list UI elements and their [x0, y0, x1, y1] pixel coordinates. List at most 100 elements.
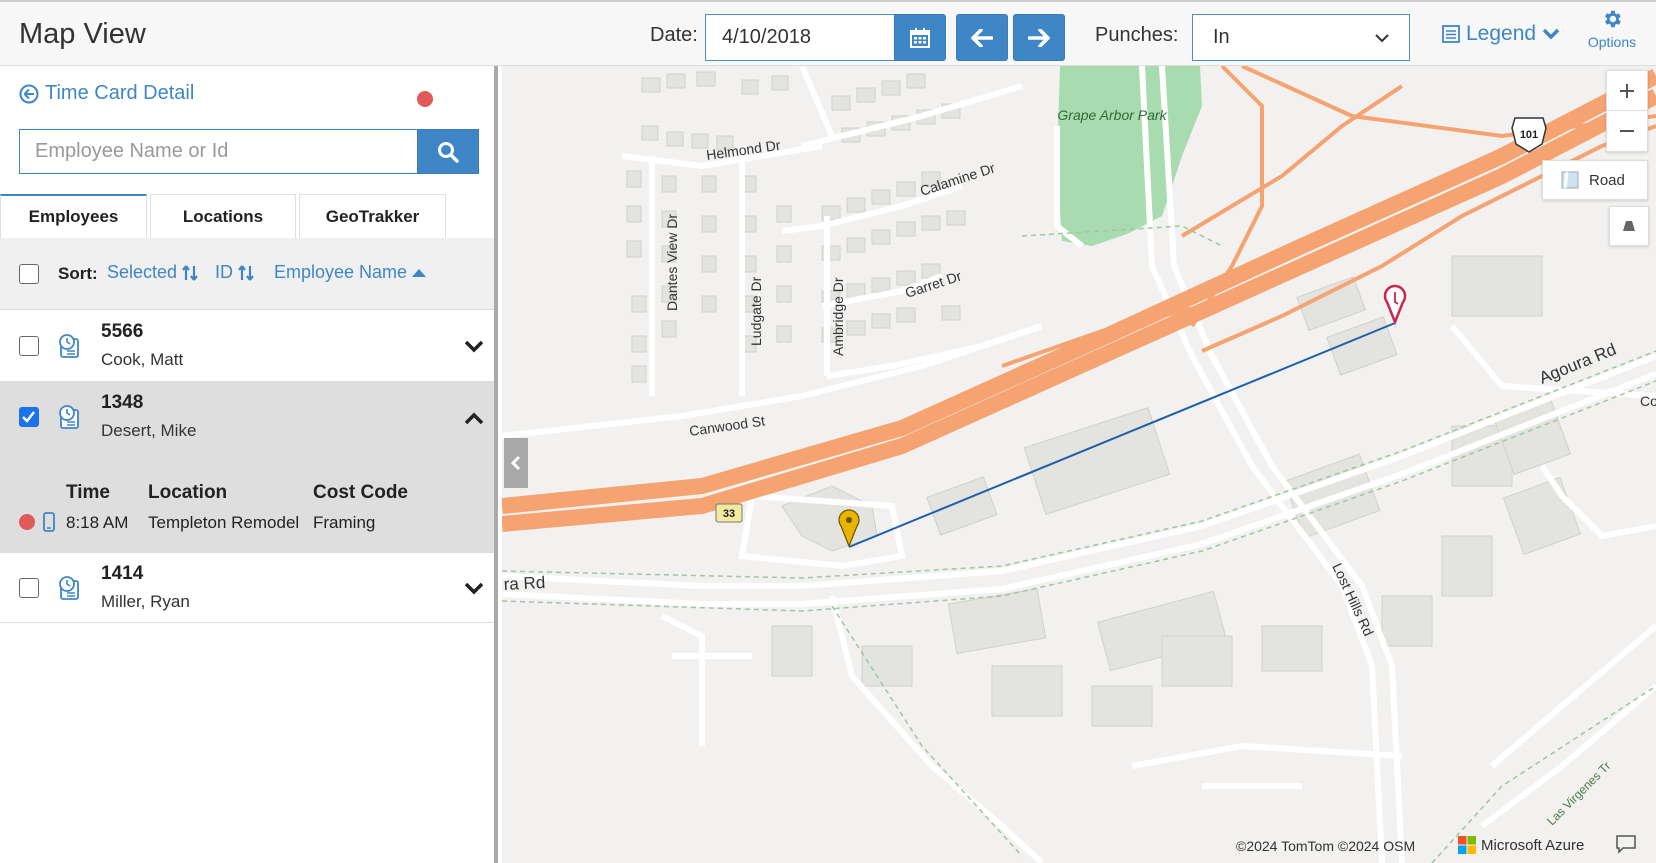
next-day-button[interactable] [1013, 14, 1065, 61]
employee-row-selected[interactable]: 1348 Desert, Mike Time Location Cost Cod… [0, 91, 494, 553]
sort-bar: Sort: Selected ID Employee Name [0, 238, 494, 310]
employee-search-input[interactable]: Employee Name or Id [19, 129, 418, 174]
tab-bar: Employees Locations GeoTrakker [0, 194, 498, 238]
zoom-controls [1606, 70, 1648, 152]
tab-geotrakker[interactable]: GeoTrakker [299, 194, 446, 238]
chevron-left-icon [510, 455, 521, 471]
zoom-in-button[interactable] [1607, 71, 1647, 111]
employee-checkbox[interactable] [19, 407, 39, 427]
map-canvas[interactable]: Grape Arbor Park Helmond Dr Calamine Dr … [502, 66, 1656, 863]
timecard-icon [59, 405, 79, 429]
microsoft-logo-icon [1458, 836, 1476, 854]
map-pin-red[interactable] [1383, 284, 1407, 326]
detail-header-location: Location [148, 482, 228, 503]
feedback-icon[interactable] [1615, 834, 1637, 854]
arrow-circle-left-icon [19, 84, 39, 103]
sort-name-label: Employee Name [274, 262, 408, 282]
employee-row[interactable]: 5566 Cook, Matt [0, 311, 494, 382]
provider-logo: Microsoft Azure [1458, 836, 1584, 854]
employee-checkbox[interactable] [19, 578, 39, 598]
employee-name: Miller, Ryan [101, 592, 190, 611]
check-icon [22, 411, 35, 423]
date-input[interactable]: 4/10/2018 [705, 14, 895, 61]
date-value: 4/10/2018 [722, 26, 811, 48]
plus-icon [1620, 83, 1634, 98]
sidebar: Time Card Detail Employee Name or Id Emp… [0, 66, 498, 863]
chevron-up-icon[interactable] [464, 411, 484, 425]
hwy-33-label: 33 [723, 508, 735, 520]
park-area [1057, 66, 1202, 246]
punches-value: In [1213, 26, 1230, 48]
road-map-icon [1561, 171, 1579, 189]
arrow-right-icon [1028, 28, 1050, 47]
select-all-checkbox[interactable] [19, 264, 39, 284]
punch-status-dot [19, 514, 35, 530]
punches-label: Punches: [1095, 24, 1179, 46]
street-label-calamine: Calamine Dr [918, 159, 997, 198]
employee-id: 1348 [101, 392, 144, 413]
list-icon [1442, 25, 1460, 43]
sort-id-label: ID [215, 262, 233, 282]
tab-locations[interactable]: Locations [150, 194, 296, 238]
employee-name: Cook, Matt [101, 350, 184, 369]
punch-cost-code: Framing [313, 513, 376, 532]
chevron-down-icon[interactable] [464, 582, 484, 596]
page-title: Map View [19, 18, 146, 50]
employee-name: Desert, Mike [101, 421, 197, 440]
employee-checkbox[interactable] [19, 336, 39, 356]
sort-by-selected[interactable]: Selected [107, 262, 199, 283]
back-link-label: Time Card Detail [45, 82, 195, 104]
search-button[interactable] [417, 129, 479, 174]
highway-33-shield: 33 [715, 503, 743, 523]
pitch-button[interactable] [1609, 206, 1649, 246]
calendar-button[interactable] [894, 14, 946, 61]
collapse-sidebar-button[interactable] [504, 438, 528, 488]
prev-day-button[interactable] [956, 14, 1008, 61]
legend-label: Legend [1466, 22, 1537, 45]
map-svg: Grape Arbor Park Helmond Dr Calamine Dr … [502, 66, 1656, 863]
employee-id: 5566 [101, 321, 144, 342]
street-label-co: Co [1640, 393, 1656, 409]
options-button[interactable]: Options [1584, 8, 1640, 50]
punch-time: 8:18 AM [66, 513, 129, 532]
employee-row[interactable]: 1414 Miller, Ryan [0, 553, 494, 623]
zoom-out-button[interactable] [1607, 111, 1647, 151]
street-label-agoura-partial: ra Rd [503, 573, 546, 594]
calendar-icon [910, 27, 930, 48]
chevron-down-icon [1542, 28, 1560, 40]
sort-by-employee-name[interactable]: Employee Name [274, 262, 427, 283]
sort-selected-label: Selected [107, 262, 178, 282]
map-style-button[interactable]: Road [1542, 160, 1648, 200]
punches-select[interactable]: In [1192, 14, 1410, 61]
sort-icon [182, 264, 198, 281]
detail-header-cost-code: Cost Code [313, 482, 408, 503]
street-label-agoura: Agoura Rd [1536, 340, 1618, 388]
timecard-icon [59, 576, 79, 600]
options-label: Options [1587, 34, 1637, 50]
street-label-ambridge: Ambridge Dr [830, 277, 846, 356]
chevron-down-icon[interactable] [464, 340, 484, 354]
park-label: Grape Arbor Park [1057, 107, 1167, 123]
detail-header-time: Time [66, 482, 111, 503]
date-label: Date: [650, 24, 698, 46]
hwy-101-label: 101 [1520, 129, 1538, 141]
arrow-left-icon [971, 28, 993, 47]
employee-id: 1414 [101, 563, 144, 584]
sort-label: Sort: [58, 264, 98, 283]
search-placeholder: Employee Name or Id [35, 140, 229, 162]
timecard-icon [59, 334, 79, 358]
legend-toggle[interactable]: Legend [1442, 22, 1560, 46]
road-label: Road [1589, 171, 1625, 189]
search-icon [438, 141, 459, 163]
street-label-ludgate: Ludgate Dr [748, 276, 764, 346]
mobile-phone-icon [43, 512, 55, 532]
sort-by-id[interactable]: ID [215, 262, 255, 283]
street-label-dantes: Dantes View Dr [664, 214, 680, 311]
caret-up-icon [412, 268, 427, 277]
chevron-down-icon [1375, 33, 1389, 42]
time-card-detail-link[interactable]: Time Card Detail [19, 82, 194, 105]
header-bar: Map View Date: 4/10/2018 Punches: In Leg… [0, 0, 1656, 66]
status-dot [417, 91, 433, 107]
provider-label: Microsoft Azure [1481, 836, 1585, 854]
tab-employees[interactable]: Employees [0, 194, 147, 238]
